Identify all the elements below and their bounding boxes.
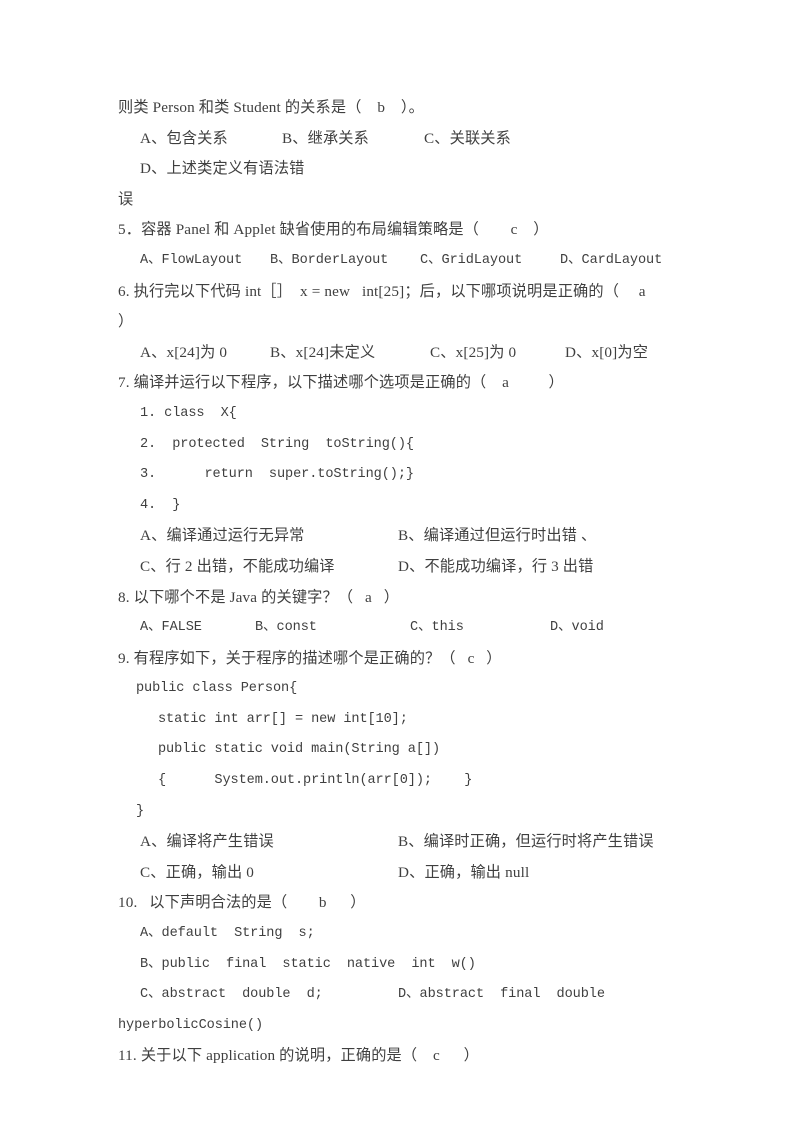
option-c-q6[interactable]: C、x[25]为 0 xyxy=(430,338,565,369)
option-c-q5[interactable]: C、GridLayout xyxy=(420,246,560,277)
option-b-q9[interactable]: B、编译时正确，但运行时将产生错误 xyxy=(398,827,654,858)
question-stem-q11: 11. 关于以下 application 的说明，正确的是（ c ） xyxy=(118,1047,479,1065)
options-row-q5: A、FlowLayout B、BorderLayout C、GridLayout D、… xyxy=(118,246,688,277)
code-line-q9-5: } xyxy=(136,803,145,819)
option-c-q4[interactable]: C、关联关系 xyxy=(424,124,566,155)
exam-content: 则类 Person 和类 Student 的关系是（ b ）。 A、包含关系 B、… xyxy=(118,93,688,1072)
option-c-q9[interactable]: C、正确，输出 0 xyxy=(140,858,398,889)
document-page: 则类 Person 和类 Student 的关系是（ b ）。 A、包含关系 B、… xyxy=(0,0,800,1132)
question-stem-q10: 10. 以下声明合法的是（ b ） xyxy=(118,894,366,912)
code-line-q7-1: 1. class X{ xyxy=(140,405,237,421)
option-a-q10[interactable]: A、default String s; xyxy=(140,919,398,950)
option-a-q4[interactable]: A、包含关系 xyxy=(140,124,282,155)
option-b-q10[interactable]: B、public final static native int w() xyxy=(140,950,476,981)
option-d-q6[interactable]: D、x[0]为空 xyxy=(565,338,648,369)
options-row-q6: A、x[24]为 0 B、x[24]未定义 C、x[25]为 0 D、x[0]为空 xyxy=(118,338,688,369)
option-c-q8[interactable]: C、this xyxy=(410,613,550,644)
code-line-q7-2: 2. protected String toString(){ xyxy=(140,436,414,452)
option-a-q8[interactable]: A、FALSE xyxy=(140,613,255,644)
question-stem-q4-continuation: 则类 Person 和类 Student 的关系是（ b ）。 xyxy=(118,99,424,116)
option-c-q7[interactable]: C、行 2 出错，不能成功编译 xyxy=(140,552,398,583)
option-a-q5[interactable]: A、FlowLayout xyxy=(140,246,270,277)
option-c-q10[interactable]: C、abstract double d; xyxy=(140,980,398,1011)
question-stem-q8: 8. 以下哪个不是 Java 的关键字？（ a ） xyxy=(118,588,400,606)
option-d-q7[interactable]: D、不能成功编译，行 3 出错 xyxy=(398,552,593,583)
code-line-q9-1: public class Person{ xyxy=(136,681,298,697)
options-row-q4: A、包含关系 B、继承关系 C、关联关系 D、上述类定义有语法错 xyxy=(118,124,688,185)
code-line-q9-3: public static void main(String a[]) xyxy=(158,742,441,758)
option-d-q8[interactable]: D、void xyxy=(550,613,604,644)
option-d-q5[interactable]: D、CardLayout xyxy=(560,246,662,277)
question-stem-q5: 5．容器 Panel 和 Applet 缺省使用的布局编辑策略是（ c ） xyxy=(118,221,549,239)
code-line-q9-2: static int arr[] = new int[10]; xyxy=(158,711,408,727)
option-b-q5[interactable]: B、BorderLayout xyxy=(270,246,420,277)
code-line-q9-4: { System.out.println(arr[0]); } xyxy=(158,773,473,789)
option-d-q10[interactable]: D、abstract final double xyxy=(398,980,605,1011)
options-row-q7-cd: C、行 2 出错，不能成功编译 D、不能成功编译，行 3 出错 xyxy=(118,552,688,583)
question-stem-q9: 9. 有程序如下，关于程序的描述哪个是正确的？（ c ） xyxy=(118,649,502,667)
option-d-q4[interactable]: D、上述类定义有语法错 xyxy=(140,154,305,185)
question-stem-q6: 6. 执行完以下代码 int［］ x = new int[25]；后，以下哪项说… xyxy=(118,282,646,300)
option-d-q9[interactable]: D、正确，输出 null xyxy=(398,858,529,889)
code-line-q7-3: 3. return super.toString();} xyxy=(140,467,414,483)
options-row-q9-cd: C、正确，输出 0 D、正确，输出 null xyxy=(118,858,688,889)
option-b-q6[interactable]: B、x[24]未定义 xyxy=(270,338,430,369)
option-a-q7[interactable]: A、编译通过运行无异常 xyxy=(140,521,398,552)
option-a-q9[interactable]: A、编译将产生错误 xyxy=(140,827,398,858)
code-line-q7-4: 4. } xyxy=(140,497,181,513)
options-row-q10-cd: C、abstract double d; D、abstract final dou… xyxy=(118,980,688,1011)
option-b-q7[interactable]: B、编译通过但运行时出错 、 xyxy=(398,521,596,552)
question-stem-tail-q6: ） xyxy=(118,313,134,331)
question-stem-q7: 7. 编译并运行以下程序，以下描述哪个选项是正确的（ a ） xyxy=(118,374,564,392)
options-wrap-tail-q10: hyperbolicCosine() xyxy=(118,1017,264,1033)
options-row-q10-ab: A、default String s;B、public final static… xyxy=(118,919,688,980)
options-row-q7-ab: A、编译通过运行无异常 B、编译通过但运行时出错 、 xyxy=(118,521,688,552)
option-a-q6[interactable]: A、x[24]为 0 xyxy=(140,338,270,369)
options-wrap-tail-q4: 误 xyxy=(118,190,134,208)
option-b-q4[interactable]: B、继承关系 xyxy=(282,124,424,155)
options-row-q9-ab: A、编译将产生错误 B、编译时正确，但运行时将产生错误 xyxy=(118,827,688,858)
option-b-q8[interactable]: B、const xyxy=(255,613,410,644)
options-row-q8: A、FALSE B、const C、this D、void xyxy=(118,613,688,644)
